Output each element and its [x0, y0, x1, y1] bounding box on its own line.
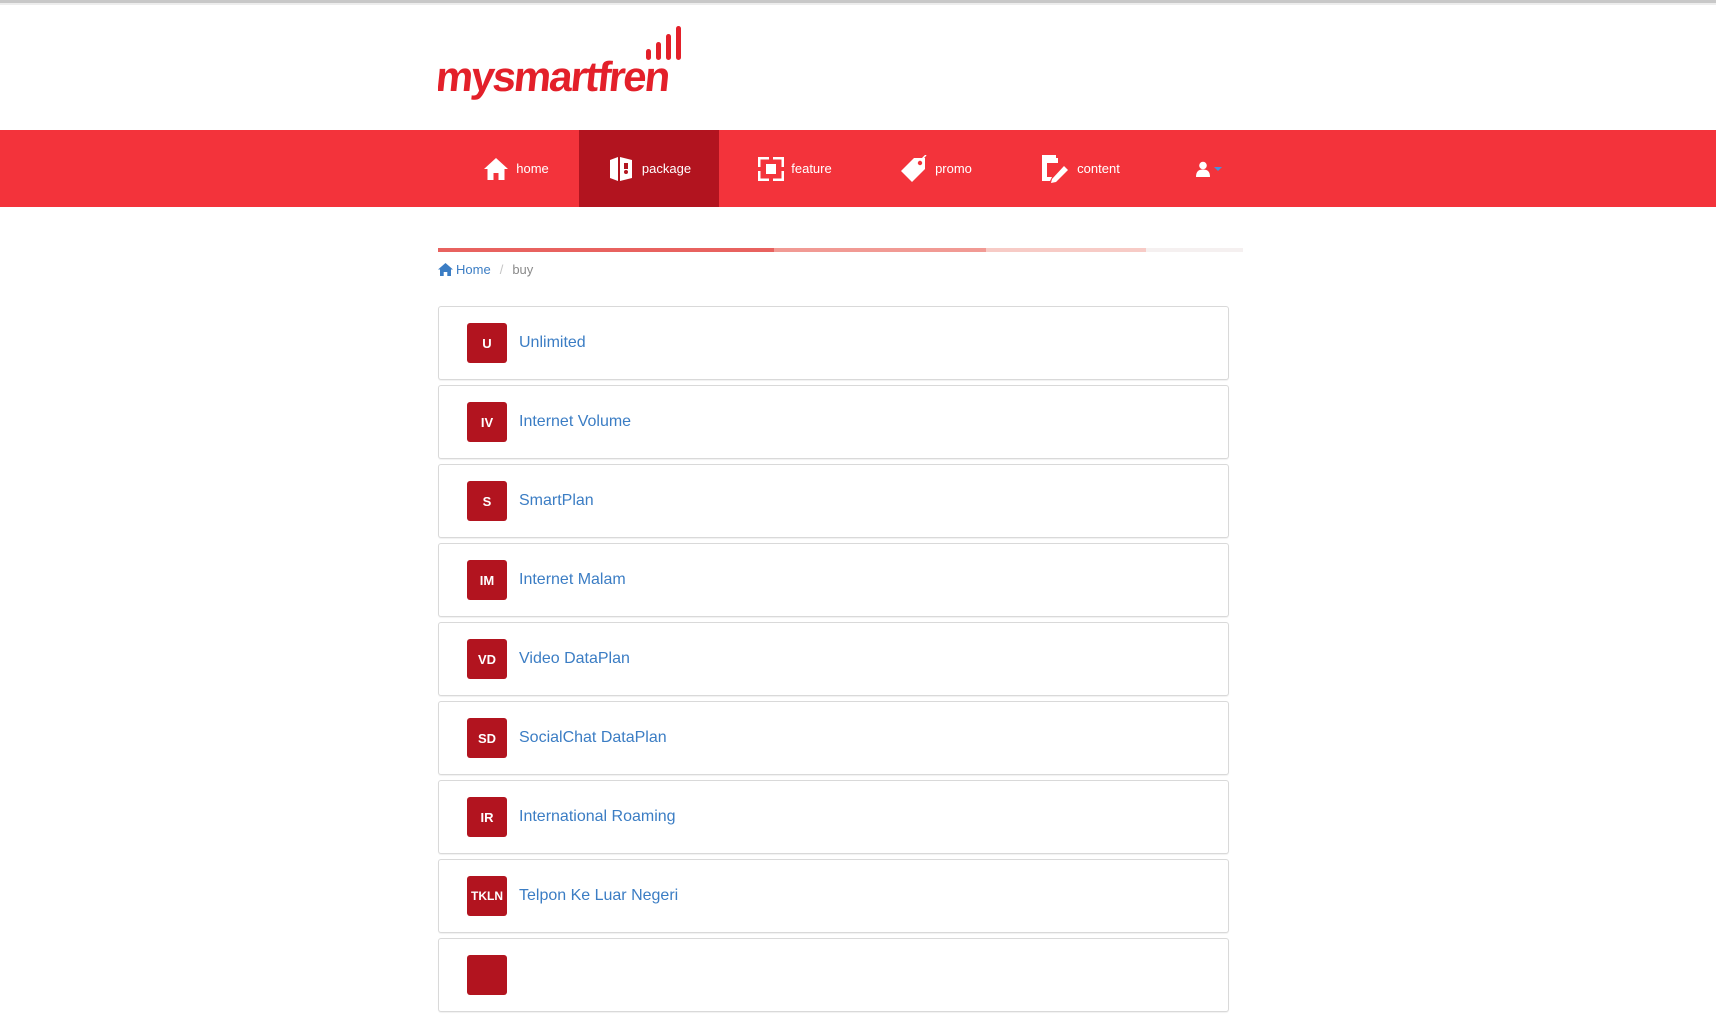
tag-icon [901, 154, 927, 182]
package-card-unlimited[interactable]: U Unlimited [438, 306, 1229, 380]
package-icon [609, 156, 632, 181]
logo-graphic: mysmartfren [434, 26, 681, 100]
breadcrumb: Home / buy [438, 258, 533, 280]
package-badge: TKLN [467, 876, 507, 916]
package-card-internet-volume[interactable]: IV Internet Volume [438, 385, 1229, 459]
chevron-down-icon [1213, 166, 1222, 171]
package-badge: IM [467, 560, 507, 600]
nav-promo[interactable]: promo [875, 130, 995, 207]
package-list: U Unlimited IV Internet Volume S SmartPl… [438, 306, 1229, 1017]
site-header: mysmartfren [0, 5, 1716, 130]
user-icon [1195, 161, 1210, 177]
nav-package[interactable]: package [579, 130, 719, 207]
package-card-socialchat-dataplan[interactable]: SD SocialChat DataPlan [438, 701, 1229, 775]
package-badge: S [467, 481, 507, 521]
package-link[interactable]: Internet Volume [519, 413, 631, 431]
package-card-internet-malam[interactable]: IM Internet Malam [438, 543, 1229, 617]
progress-strip [438, 248, 1243, 252]
home-icon [484, 157, 509, 180]
breadcrumb-home-label: Home [456, 261, 491, 277]
package-link[interactable]: Unlimited [519, 334, 586, 352]
svg-text:mysmartfren: mysmartfren [438, 53, 671, 100]
package-badge: VD [467, 639, 507, 679]
nav-feature-label: feature [791, 161, 832, 176]
package-card-telpon-ke-luar-negeri[interactable]: TKLN Telpon Ke Luar Negeri [438, 859, 1229, 933]
package-badge: IV [467, 402, 507, 442]
user-menu-dropdown[interactable] [1178, 130, 1238, 207]
nav-content[interactable]: content [1015, 130, 1145, 207]
nav-feature[interactable]: feature [735, 130, 855, 207]
package-badge: U [467, 323, 507, 363]
content-icon [1042, 154, 1069, 183]
package-card-international-roaming[interactable]: IR International Roaming [438, 780, 1229, 854]
feature-icon [758, 156, 785, 181]
nav-home[interactable]: home [456, 130, 576, 207]
nav-package-label: package [641, 161, 692, 176]
nav-promo-label: promo [935, 161, 972, 176]
package-card-video-dataplan[interactable]: VD Video DataPlan [438, 622, 1229, 696]
package-badge [467, 955, 507, 995]
package-link[interactable]: Video DataPlan [519, 650, 630, 668]
package-badge: SD [467, 718, 507, 758]
package-link[interactable]: Internet Malam [519, 571, 626, 589]
nav-content-label: content [1077, 161, 1120, 176]
package-link[interactable]: International Roaming [519, 808, 676, 826]
package-card-partial[interactable] [438, 938, 1229, 1012]
package-badge: IR [467, 797, 507, 837]
breadcrumb-home-link[interactable]: Home [438, 262, 491, 277]
package-card-smartplan[interactable]: S SmartPlan [438, 464, 1229, 538]
home-icon [438, 262, 453, 276]
package-link[interactable]: Telpon Ke Luar Negeri [519, 887, 678, 905]
main-navbar: home package feature promo content [0, 130, 1716, 207]
mysmartfren-logo[interactable]: mysmartfren [434, 21, 708, 101]
breadcrumb-separator: / [499, 261, 504, 277]
package-link[interactable]: SocialChat DataPlan [519, 729, 667, 747]
breadcrumb-current: buy [512, 261, 534, 277]
nav-home-label: home [516, 161, 549, 176]
package-link[interactable]: SmartPlan [519, 492, 594, 510]
